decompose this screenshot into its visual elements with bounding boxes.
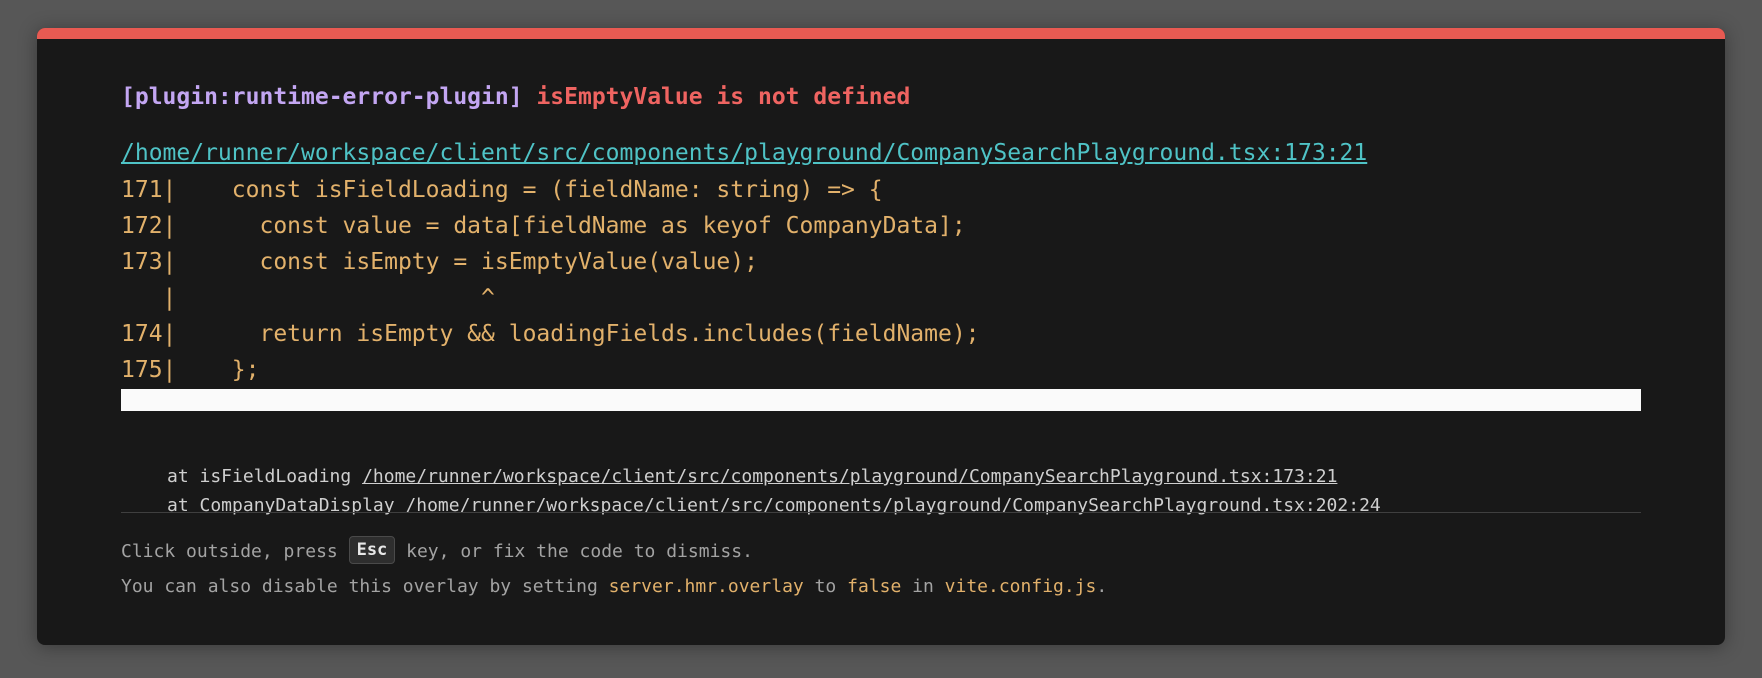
esc-key-badge: Esc: [348, 536, 396, 564]
tip-text: to: [803, 576, 848, 597]
code-line: 174| return isEmpty && loadingFields.inc…: [121, 321, 980, 347]
code-caret-line: | ^: [121, 285, 495, 311]
tip-divider: [121, 512, 1641, 513]
code-line: 172| const value = data[fieldName as key…: [121, 213, 966, 239]
error-text: isEmptyValue is not defined: [536, 84, 911, 110]
code-line: 175| };: [121, 357, 260, 383]
tip-text: Click outside, press: [121, 541, 349, 562]
code-frame: 171| const isFieldLoading = (fieldName: …: [121, 172, 980, 388]
overlay-setting-value: false: [847, 576, 902, 597]
error-accent-bar: [37, 28, 1725, 39]
error-message: [plugin:runtime-error-plugin] isEmptyVal…: [121, 82, 910, 112]
plugin-label: [plugin:runtime-error-plugin]: [121, 84, 523, 110]
config-file-name: vite.config.js: [944, 576, 1097, 597]
stack-frame-link[interactable]: /home/runner/workspace/client/src/compon…: [362, 466, 1337, 487]
tip-text: .: [1096, 576, 1108, 597]
tip-line-2: You can also disable this overlay by set…: [121, 570, 1107, 605]
overlay-setting-name: server.hmr.overlay: [608, 576, 804, 597]
stack-frame-prefix: at isFieldLoading: [167, 466, 363, 487]
code-line: 173| const isEmpty = isEmptyValue(value)…: [121, 249, 758, 275]
tip-text: in: [901, 576, 945, 597]
error-file-link[interactable]: /home/runner/workspace/client/src/compon…: [121, 138, 1367, 168]
tip-text: key, or fix the code to dismiss.: [395, 541, 753, 562]
dismiss-tip: Click outside, press Esc key, or fix the…: [121, 535, 1107, 605]
error-overlay-window: [plugin:runtime-error-plugin] isEmptyVal…: [37, 28, 1725, 645]
frame-separator-bar: [121, 389, 1641, 411]
stack-frame: at CompanyDataDisplay /home/runner/works…: [167, 491, 1381, 520]
tip-text: You can also disable this overlay by set…: [121, 576, 609, 597]
tip-line-1: Click outside, press Esc key, or fix the…: [121, 535, 1107, 570]
code-line: 171| const isFieldLoading = (fieldName: …: [121, 177, 883, 203]
stack-frame: at isFieldLoading /home/runner/workspace…: [167, 462, 1381, 491]
